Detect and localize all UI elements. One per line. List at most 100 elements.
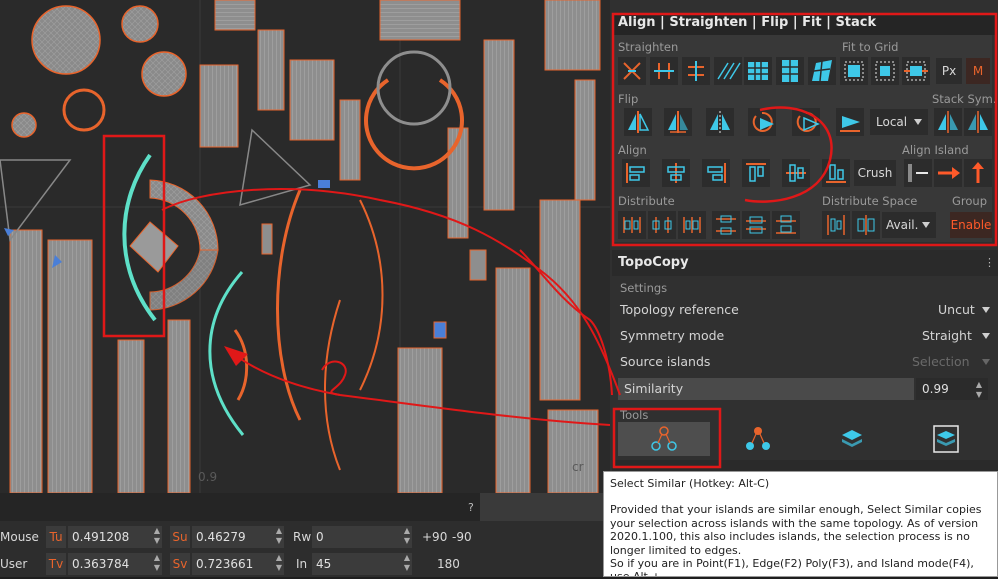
grid-tall-button[interactable] — [776, 57, 804, 85]
flip-horizontal-button[interactable] — [624, 108, 652, 136]
distribute-bottom-button[interactable] — [772, 211, 800, 239]
align-center-h-button[interactable] — [662, 159, 690, 187]
transform-bar-help-area: ? — [468, 493, 610, 521]
select-similar-tooltip: Select Similar (Hotkey: Alt-C) Provided … — [603, 471, 998, 577]
rotate-flip-ccw-icon — [796, 111, 820, 132]
topology-reference-value: Uncut — [938, 302, 975, 317]
stack-sym-alt-icon — [968, 111, 988, 133]
flip-mirror-button[interactable] — [706, 108, 734, 136]
source-islands-row[interactable]: Source islands Selection — [612, 349, 998, 374]
uv-islands-canvas — [0, 0, 610, 493]
su-field[interactable]: 0.46279 ▲ ▼ — [192, 526, 284, 548]
tu-field[interactable]: 0.491208 ▲ ▼ — [68, 526, 162, 548]
straighten-horizontal-button[interactable] — [682, 57, 710, 85]
grid-skew-icon — [812, 60, 832, 82]
help-icon[interactable]: ? — [468, 501, 478, 514]
fit-grid-tile-icon — [904, 61, 928, 81]
rotate-minus90-button[interactable]: -90 — [452, 530, 472, 544]
align-island-bars-button[interactable] — [904, 159, 932, 187]
symmetry-mode-row[interactable]: Symmetry mode Straight — [612, 323, 998, 348]
spinner-icon[interactable]: ▲ ▼ — [404, 526, 410, 546]
straighten-cross-button[interactable] — [618, 57, 646, 85]
fit-grid-inner-button[interactable] — [871, 57, 899, 85]
chevron-down-icon — [982, 307, 990, 313]
group-section-label: Group — [952, 194, 988, 208]
distribute-space-h-button[interactable] — [822, 211, 850, 239]
rw-value: 0 — [316, 530, 324, 544]
align-top-button[interactable] — [742, 159, 770, 187]
straighten-section-label: Straighten — [618, 40, 679, 54]
flip-section-label: Flip — [618, 92, 639, 106]
rotate-180-button[interactable]: 180 — [437, 557, 460, 571]
topology-reference-label: Topology reference — [620, 302, 739, 317]
in-field[interactable]: 45 ▲ ▼ — [312, 553, 412, 575]
distribute-middle-button[interactable] — [742, 211, 770, 239]
sv-field[interactable]: 0.723661 ▲ ▼ — [192, 553, 284, 575]
topo-copy-button[interactable] — [712, 422, 804, 456]
select-similar-button[interactable] — [618, 422, 710, 456]
distribute-center-button[interactable] — [648, 211, 676, 239]
distribute-top-button[interactable] — [712, 211, 740, 239]
align-center-v-button[interactable] — [782, 159, 810, 187]
fit-to-grid-section-label: Fit to Grid — [842, 40, 899, 54]
distribute-space-v-button[interactable] — [852, 211, 880, 239]
stack-sym-section-label: Stack Sym. — [932, 92, 997, 106]
topocopy-help-icon[interactable]: ⋮ — [984, 256, 995, 269]
straighten-vertical-button[interactable] — [650, 57, 678, 85]
tu-value: 0.491208 — [72, 530, 130, 544]
spinner-icon[interactable]: ▲ ▼ — [154, 526, 160, 546]
spinner-icon[interactable]: ▲ ▼ — [976, 380, 982, 400]
distribute-middle-icon — [746, 216, 766, 234]
straighten-horizontal-icon — [688, 61, 704, 81]
avail-dropdown[interactable]: Avail. — [882, 212, 936, 238]
spinner-icon[interactable]: ▲ ▼ — [154, 553, 160, 573]
flip-vertical-button[interactable] — [664, 108, 692, 136]
spinner-icon[interactable]: ▲ ▼ — [276, 553, 282, 573]
symmetry-mode-value: Straight — [922, 328, 972, 343]
align-left-button[interactable] — [622, 159, 650, 187]
tv-key: Tv — [46, 553, 66, 575]
straighten-diagonal-button[interactable] — [714, 57, 742, 85]
distribute-right-button[interactable] — [678, 211, 706, 239]
rw-label: Rw — [293, 530, 312, 544]
rotate-flip-button[interactable] — [748, 108, 776, 136]
local-dropdown[interactable]: Local — [870, 109, 928, 135]
fit-grid-full-button[interactable] — [840, 57, 868, 85]
similarity-label: Similarity — [624, 381, 684, 396]
topology-reference-row[interactable]: Topology reference Uncut — [612, 297, 998, 322]
align-island-up-button[interactable] — [964, 159, 992, 187]
fit-grid-tile-button[interactable] — [902, 57, 930, 85]
px-button[interactable]: Px — [936, 58, 962, 84]
rotate-flip-ccw-button[interactable] — [792, 108, 820, 136]
rw-field[interactable]: 0 ▲ ▼ — [312, 526, 412, 548]
align-bottom-button[interactable] — [822, 159, 850, 187]
m-button[interactable]: M — [966, 58, 990, 84]
uv-viewport[interactable]: 0.9 cr — [0, 0, 610, 493]
symmetry-mode-label: Symmetry mode — [620, 328, 725, 343]
align-island-right-button[interactable] — [934, 159, 962, 187]
topology-tree-icon — [746, 427, 770, 450]
group-enable-button[interactable]: Enable — [950, 212, 992, 238]
grid-skew-button[interactable] — [808, 57, 836, 85]
grid-fill-button[interactable] — [744, 57, 772, 85]
distribute-left-button[interactable] — [618, 211, 646, 239]
tv-field[interactable]: 0.363784 ▲ ▼ — [68, 553, 162, 575]
spinner-icon[interactable]: ▲ ▼ — [276, 526, 282, 546]
stack-sym-a-button[interactable] — [934, 108, 962, 136]
chevron-down-icon — [982, 359, 990, 365]
rotate-flip-icon — [752, 111, 774, 132]
align-right-button[interactable] — [702, 159, 730, 187]
spinner-icon[interactable]: ▲ ▼ — [404, 553, 410, 573]
stack-sym-b-button[interactable] — [964, 108, 992, 136]
flip-diagonal-button[interactable] — [836, 108, 864, 136]
crush-button[interactable]: Crush — [854, 160, 896, 186]
similarity-field[interactable]: 0.99 ▲ ▼ — [916, 378, 988, 400]
align-right-icon — [707, 163, 726, 183]
rotate-plus90-button[interactable]: +90 — [422, 530, 447, 544]
sv-key: Sv — [170, 553, 190, 575]
stack-button[interactable] — [806, 422, 898, 456]
layers-button[interactable] — [900, 422, 992, 456]
source-islands-label: Source islands — [620, 354, 711, 369]
align-bottom-icon — [826, 164, 846, 183]
align-left-icon — [626, 163, 645, 183]
